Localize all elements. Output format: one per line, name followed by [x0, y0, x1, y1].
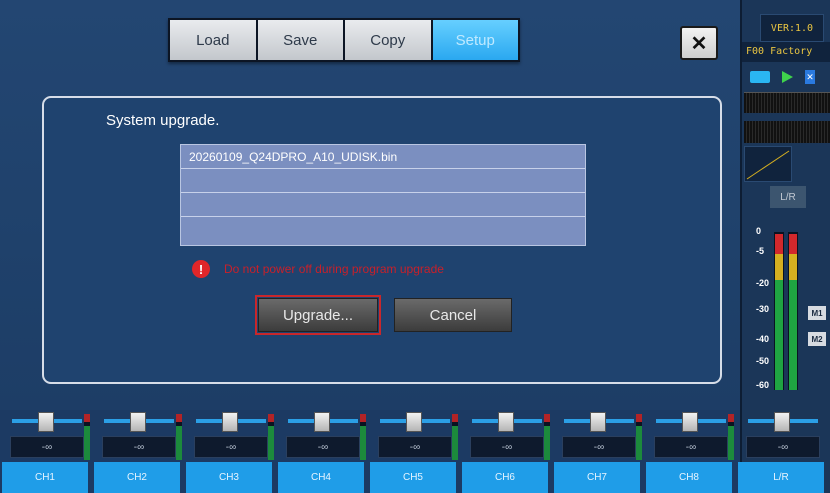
play-icon[interactable] — [782, 71, 793, 83]
close-icon: ✕ — [690, 32, 708, 55]
channel-fader[interactable] — [644, 408, 736, 460]
tab-save[interactable]: Save — [257, 20, 343, 60]
channel-fader-row — [0, 408, 830, 460]
fader-knob[interactable] — [38, 412, 54, 432]
channel-button-ch6[interactable]: CH6 — [462, 462, 548, 493]
channel-fader[interactable] — [552, 408, 644, 460]
version-label: VER:1.0 — [760, 14, 824, 42]
scale-tick: -60 — [756, 380, 770, 390]
fader-knob[interactable] — [682, 412, 698, 432]
channel-gain-value: -∞ — [10, 436, 84, 458]
channel-gain-value: -∞ — [654, 436, 728, 458]
camera-icon[interactable] — [750, 71, 770, 83]
channel-fader[interactable] — [368, 408, 460, 460]
tab-setup[interactable]: Setup — [432, 20, 518, 60]
warning-text: Do not power off during program upgrade — [224, 262, 444, 276]
preset-name[interactable]: F00 Factory — [742, 42, 830, 62]
warning-message: ! Do not power off during program upgrad… — [192, 260, 444, 278]
file-list: 20260109_Q24DPRO_A10_UDISK.bin — [180, 144, 586, 246]
fader-knob[interactable] — [590, 412, 606, 432]
system-upgrade-dialog: System upgrade. 20260109_Q24DPRO_A10_UDI… — [42, 96, 722, 384]
m2-button[interactable]: M2 — [808, 332, 826, 346]
channel-gain-value: -∞ — [286, 436, 360, 458]
cancel-button[interactable]: Cancel — [394, 298, 512, 332]
channel-gain-value: -∞ — [194, 436, 268, 458]
level-meter-left — [774, 232, 784, 390]
channel-button-ch3[interactable]: CH3 — [186, 462, 272, 493]
channel-gain-value: -∞ — [562, 436, 636, 458]
media-controls: ✕ — [750, 70, 815, 84]
eq-display[interactable] — [744, 92, 830, 143]
scale-tick: -5 — [756, 246, 765, 256]
lr-tag[interactable]: L/R — [770, 186, 806, 208]
scale-tick: 0 — [756, 226, 762, 236]
channel-button-ch4[interactable]: CH4 — [278, 462, 364, 493]
fader-knob[interactable] — [130, 412, 146, 432]
warning-icon: ! — [192, 260, 210, 278]
preset-tab-bar: Load Save Copy Setup — [168, 18, 520, 62]
channel-fader[interactable] — [92, 408, 184, 460]
fader-knob[interactable] — [406, 412, 422, 432]
tab-load[interactable]: Load — [170, 20, 256, 60]
fader-knob[interactable] — [222, 412, 238, 432]
curve-graph — [746, 150, 790, 180]
channel-gain-value: -∞ — [378, 436, 452, 458]
file-list-item[interactable] — [181, 217, 585, 241]
scale-tick: -30 — [756, 304, 770, 314]
scale-tick: -20 — [756, 278, 770, 288]
channel-button-ch1[interactable]: CH1 — [2, 462, 88, 493]
m1-button[interactable]: M1 — [808, 306, 826, 320]
channel-button-ch8[interactable]: CH8 — [646, 462, 732, 493]
channel-button-ch2[interactable]: CH2 — [94, 462, 180, 493]
channel-fader[interactable] — [460, 408, 552, 460]
dialog-title: System upgrade. — [106, 112, 220, 129]
channel-value-row: -∞ -∞ -∞ -∞ -∞ -∞ -∞ -∞ -∞ — [0, 436, 830, 458]
upgrade-button[interactable]: Upgrade... — [255, 295, 381, 335]
file-list-item[interactable] — [181, 169, 585, 193]
channel-fader[interactable] — [736, 408, 828, 434]
close-small-icon[interactable]: ✕ — [805, 70, 815, 84]
channel-label-row: CH1 CH2 CH3 CH4 CH5 CH6 CH7 CH8 L/R — [0, 462, 830, 493]
dynamics-curve[interactable] — [744, 146, 792, 182]
file-list-item[interactable]: 20260109_Q24DPRO_A10_UDISK.bin — [181, 145, 585, 169]
channel-gain-value: -∞ — [746, 436, 820, 458]
fader-knob[interactable] — [774, 412, 790, 432]
channel-gain-value: -∞ — [470, 436, 544, 458]
fader-knob[interactable] — [498, 412, 514, 432]
level-meter-right — [788, 232, 798, 390]
close-button[interactable]: ✕ — [680, 26, 718, 60]
file-list-item[interactable] — [181, 193, 585, 217]
channel-button-ch5[interactable]: CH5 — [370, 462, 456, 493]
channel-fader[interactable] — [0, 408, 92, 460]
fader-knob[interactable] — [314, 412, 330, 432]
channel-gain-value: -∞ — [102, 436, 176, 458]
channel-fader[interactable] — [184, 408, 276, 460]
channel-button-lr[interactable]: L/R — [738, 462, 824, 493]
scale-tick: -40 — [756, 334, 770, 344]
channel-fader[interactable] — [276, 408, 368, 460]
scale-tick: -50 — [756, 356, 770, 366]
channel-button-ch7[interactable]: CH7 — [554, 462, 640, 493]
tab-copy[interactable]: Copy — [345, 20, 431, 60]
